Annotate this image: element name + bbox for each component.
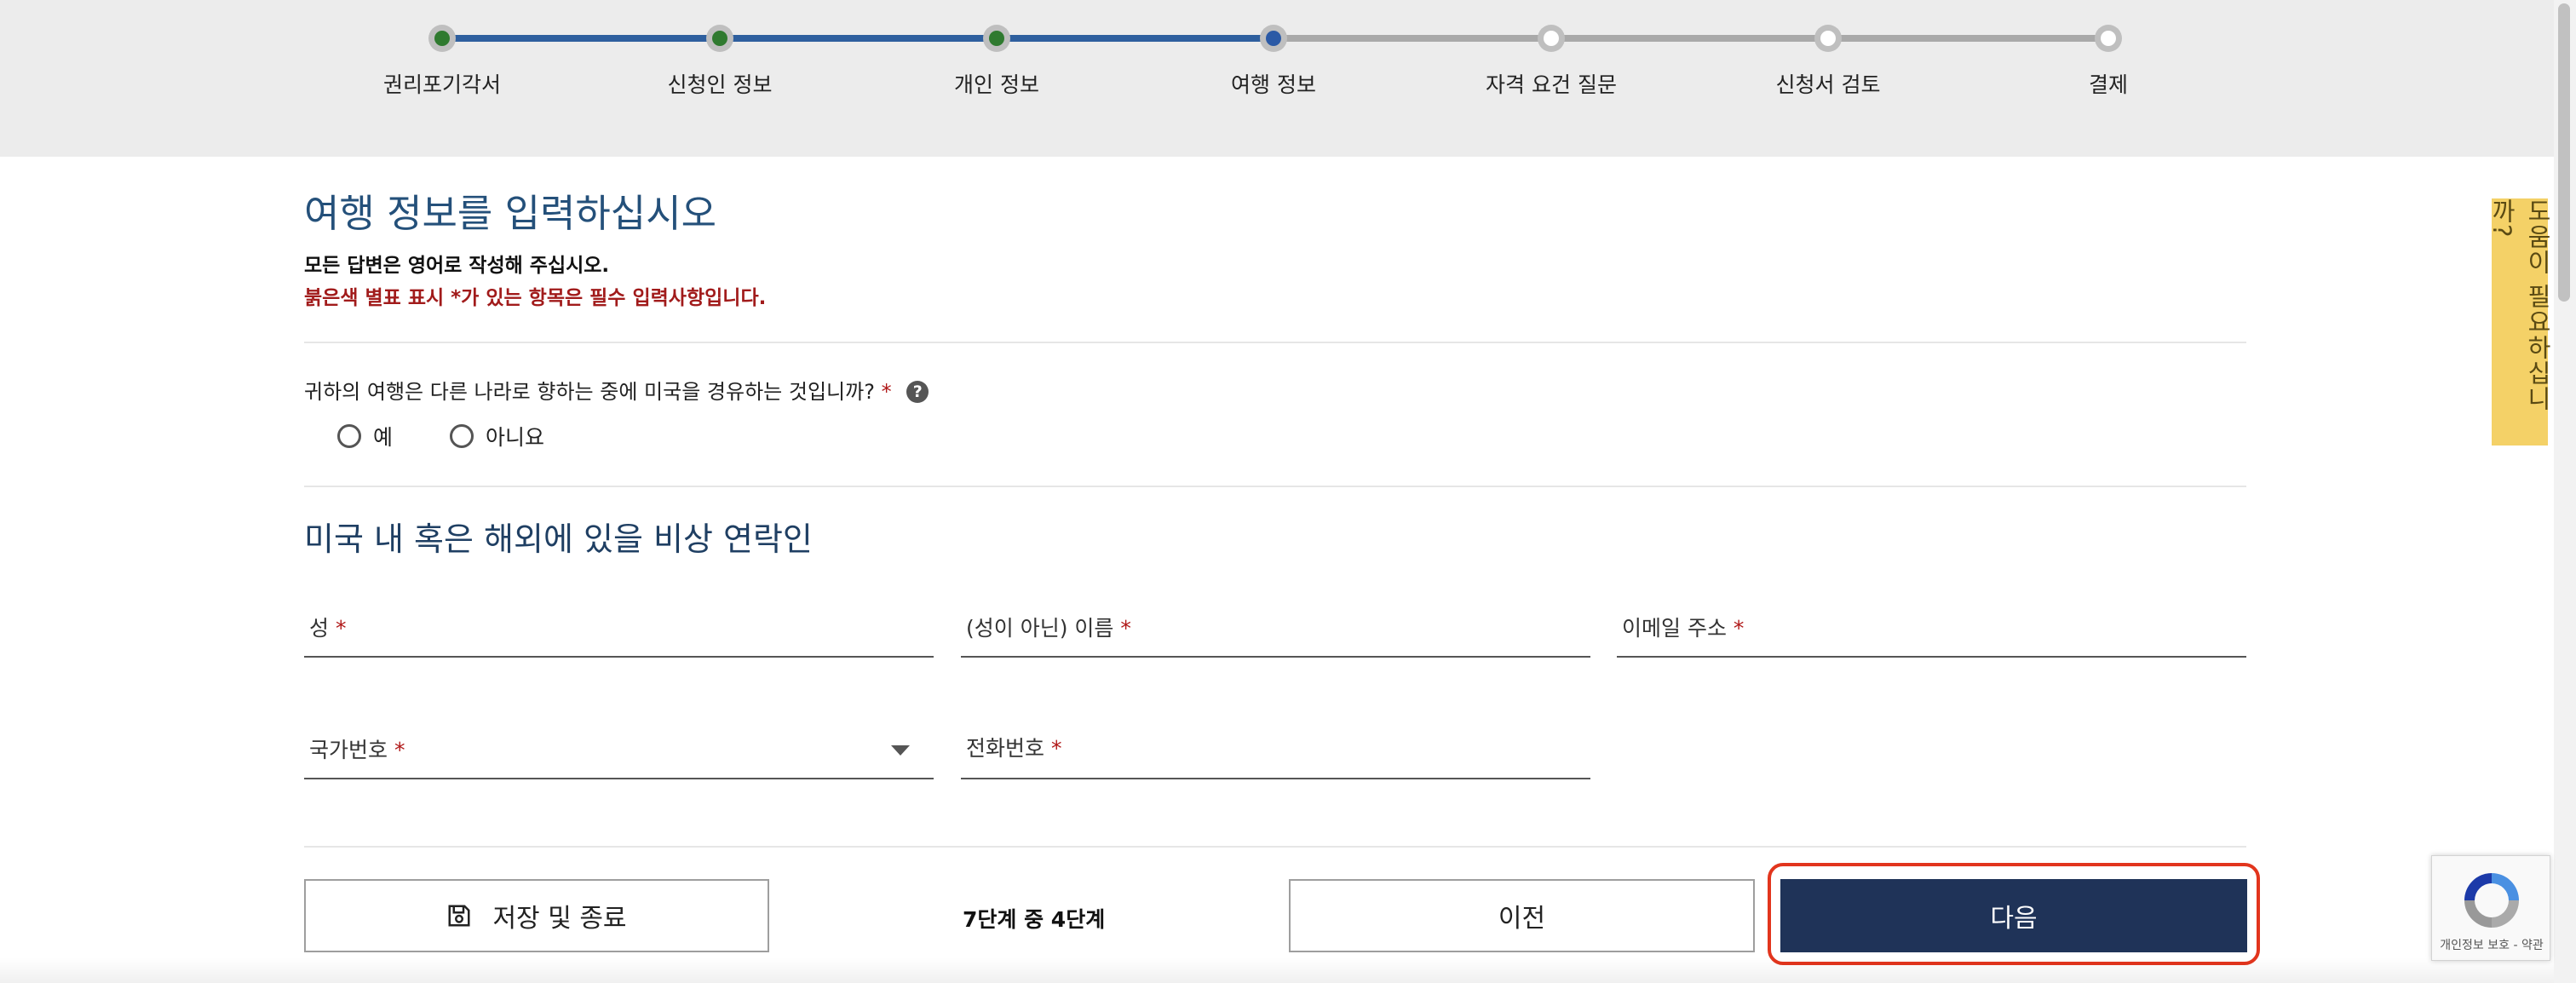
required-asterisk: * — [1050, 736, 1062, 761]
scrollbar-thumb[interactable] — [2558, 3, 2570, 302]
recaptcha-badge[interactable]: 개인정보 보호 - 약관 — [2431, 855, 2550, 961]
progress-track-completed — [442, 35, 1274, 42]
english-notice: 모든 답변은 영어로 작성해 주십시오. — [304, 255, 610, 277]
bottom-shadow — [0, 957, 2554, 983]
divider — [304, 342, 2246, 343]
radio-yes-circle[interactable] — [337, 424, 361, 448]
next-button-highlight — [1768, 863, 2260, 965]
step-node-payment — [2095, 25, 2122, 52]
required-asterisk: * — [881, 380, 892, 404]
required-asterisk: * — [1733, 616, 1745, 641]
step-node-waiver — [428, 25, 456, 52]
help-tab-label[interactable]: 도움이 필요하십니까? — [2484, 198, 2556, 446]
phone-label: 전화번호 * — [966, 732, 1061, 762]
step-node-personal-info — [983, 25, 1010, 52]
radio-option-no[interactable]: 아니요 — [450, 421, 544, 451]
recaptcha-icon — [2464, 873, 2519, 928]
step-node-applicant-info — [706, 25, 733, 52]
step-label-waiver: 권리포기각서 — [382, 72, 501, 97]
last-name-label-text: 성 — [309, 616, 330, 641]
last-name-field[interactable]: 성 * — [304, 606, 934, 658]
divider — [304, 486, 2246, 487]
save-exit-label[interactable]: 저장 및 종료 — [492, 897, 626, 934]
step-node-travel-info — [1260, 25, 1287, 52]
first-name-label: (성이 아닌) 이름 * — [966, 612, 1131, 642]
divider — [304, 846, 2246, 848]
step-node-review — [1814, 25, 1842, 52]
email-field[interactable]: 이메일 주소 * — [1617, 606, 2246, 658]
radio-no-circle[interactable] — [450, 424, 474, 448]
email-label: 이메일 주소 * — [1622, 612, 1744, 642]
email-label-text: 이메일 주소 — [1622, 616, 1727, 641]
chevron-down-icon[interactable] — [891, 745, 910, 756]
last-name-label: 성 * — [309, 612, 346, 642]
save-icon — [448, 905, 470, 927]
step-label-personal-info: 개인 정보 — [954, 72, 1039, 97]
step-label-eligibility: 자격 요건 질문 — [1486, 72, 1617, 97]
emergency-contact-title: 미국 내 혹은 해외에 있을 비상 연락인 — [304, 520, 813, 558]
radio-no-label[interactable]: 아니요 — [486, 421, 544, 451]
step-label-travel-info: 여행 정보 — [1231, 72, 1316, 97]
recaptcha-privacy-terms[interactable]: 개인정보 보호 - 약관 — [2432, 936, 2551, 953]
step-label-applicant-info: 신청인 정보 — [667, 72, 773, 97]
previous-button[interactable]: 이전 — [1289, 879, 1755, 952]
first-name-field[interactable]: (성이 아닌) 이름 * — [961, 606, 1590, 658]
required-asterisk: * — [1120, 616, 1131, 641]
phone-field[interactable]: 전화번호 * — [961, 728, 1590, 779]
transit-question: 귀하의 여행은 다른 나라로 향하는 중에 미국을 경유하는 것입니까? * ? — [304, 375, 929, 405]
transit-question-text: 귀하의 여행은 다른 나라로 향하는 중에 미국을 경유하는 것입니까? — [304, 380, 875, 404]
progress-header: 권리포기각서 신청인 정보 개인 정보 여행 정보 자격 요건 질문 신청서 검… — [0, 0, 2576, 157]
country-code-label-text: 국가번호 — [309, 738, 388, 762]
required-notice: 붉은색 별표 표시 *가 있는 항목은 필수 입력사항입니다. — [304, 287, 767, 309]
step-node-eligibility — [1538, 25, 1565, 52]
step-count: 7단계 중 4단계 — [963, 907, 1106, 932]
step-label-review: 신청서 검토 — [1775, 72, 1881, 97]
radio-yes-label[interactable]: 예 — [373, 421, 393, 451]
required-asterisk: * — [335, 616, 347, 641]
country-code-select[interactable]: 국가번호 * — [304, 728, 934, 779]
required-asterisk: * — [394, 738, 405, 762]
progress-track-remaining — [1274, 35, 2108, 42]
country-code-label: 국가번호 * — [309, 733, 405, 764]
page-title: 여행 정보를 입력하십시오 — [304, 191, 717, 236]
phone-label-text: 전화번호 — [966, 736, 1045, 761]
previous-label[interactable]: 이전 — [1498, 897, 1545, 934]
save-exit-button[interactable]: 저장 및 종료 — [304, 879, 769, 952]
radio-option-yes[interactable]: 예 — [337, 421, 393, 451]
first-name-label-text: (성이 아닌) 이름 — [966, 616, 1114, 641]
step-label-payment: 결제 — [2088, 72, 2128, 97]
help-icon[interactable]: ? — [906, 381, 929, 403]
help-tab[interactable]: 도움이 필요하십니까? — [2487, 198, 2552, 446]
